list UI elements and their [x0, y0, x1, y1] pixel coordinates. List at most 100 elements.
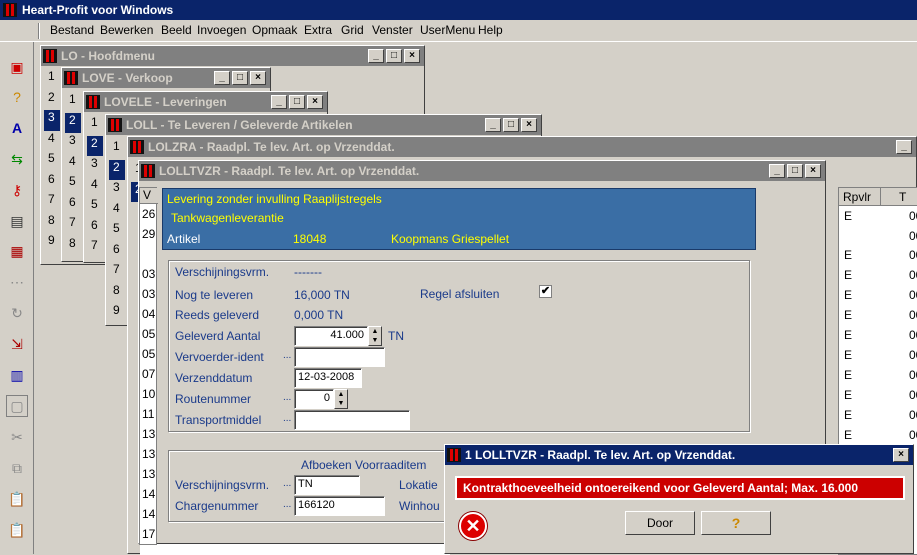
refresh-icon[interactable]: ↻ — [6, 302, 28, 324]
routenummer-lookup-dots[interactable]: ... — [283, 392, 291, 403]
window-love-titlebar[interactable]: LOVE - Verkoop _ □ × — [62, 68, 270, 88]
verzenddatum-input[interactable]: 12-03-2008 — [294, 368, 362, 388]
list-item[interactable]: 5 — [87, 197, 103, 218]
spell-icon[interactable]: A — [6, 117, 28, 139]
maximize-icon[interactable]: □ — [503, 118, 519, 132]
grid-cell[interactable]: E — [844, 328, 852, 342]
grid-cell[interactable]: 13 — [142, 447, 155, 461]
list-item[interactable]: 1 — [109, 139, 125, 160]
paste-special-icon[interactable]: 📋 — [6, 519, 28, 541]
list-item[interactable]: 5 — [44, 151, 60, 172]
chart-icon[interactable]: ▥ — [6, 364, 28, 386]
grid-cell[interactable]: 00 — [909, 248, 917, 262]
grid-cell[interactable]: E — [844, 268, 852, 282]
maximize-icon[interactable]: □ — [232, 71, 248, 85]
grid-cell[interactable]: 05 — [142, 327, 155, 341]
menu-help[interactable]: Help — [478, 23, 503, 37]
list-item[interactable]: 2 — [44, 90, 60, 111]
list-item[interactable]: 9 — [109, 303, 125, 324]
dots-icon[interactable]: ⋯ — [6, 271, 28, 293]
list-item[interactable]: 1 — [65, 92, 81, 113]
grid-cell[interactable]: 00 — [909, 288, 917, 302]
grid-cell[interactable]: 14 — [142, 487, 155, 501]
list-item[interactable]: 1 — [87, 115, 103, 136]
grid-cell[interactable]: 13 — [142, 427, 155, 441]
window-icon[interactable]: ▢ — [6, 395, 28, 417]
grid-cell[interactable]: 00 — [909, 348, 917, 362]
close-icon[interactable]: × — [307, 95, 323, 109]
list-item[interactable]: 6 — [65, 195, 81, 216]
close-icon[interactable]: × — [893, 448, 909, 462]
regel-afsluiten-checkbox[interactable]: ✔ — [539, 285, 552, 298]
menu-opmaak[interactable]: Opmaak — [252, 23, 297, 37]
grid-cell[interactable]: 26 — [142, 207, 155, 221]
grid-cell[interactable]: 00 — [909, 408, 917, 422]
minimize-icon[interactable]: _ — [214, 71, 230, 85]
grid-cell[interactable]: 11 — [142, 407, 154, 421]
list-item[interactable]: 7 — [65, 215, 81, 236]
grid-cell[interactable]: E — [844, 388, 852, 402]
afboeken-verschijningsvrm-dots[interactable]: ... — [283, 478, 291, 489]
list-item[interactable]: 6 — [109, 242, 125, 263]
door-button[interactable]: Door — [625, 511, 695, 535]
list-item[interactable]: 1 — [44, 69, 60, 90]
grid-cell[interactable]: 00 — [909, 388, 917, 402]
list-item[interactable]: 7 — [87, 238, 103, 259]
maximize-icon[interactable]: □ — [386, 49, 402, 63]
grid-cell[interactable]: 00 — [909, 368, 917, 382]
menu-beeld[interactable]: Beeld — [161, 23, 192, 37]
menu-bewerken[interactable]: Bewerken — [100, 23, 153, 37]
cut-icon[interactable]: ✂ — [6, 426, 28, 448]
report-icon[interactable]: ▣ — [6, 56, 28, 78]
grid-cell[interactable]: 00 — [909, 229, 917, 243]
grid-cell[interactable]: E — [844, 348, 852, 362]
list-item[interactable]: 4 — [65, 154, 81, 175]
grid-cell[interactable]: E — [844, 209, 852, 223]
grid-cell[interactable]: E — [844, 408, 852, 422]
column-header-rpvlr[interactable]: Rpvlr — [839, 188, 881, 206]
window-loll-titlebar[interactable]: LOLL - Te Leveren / Geleverde Artikelen … — [106, 115, 541, 135]
column-header-v[interactable]: V — [140, 188, 158, 204]
grid-cell[interactable]: 00 — [909, 209, 917, 223]
grid-cell[interactable]: 17 — [142, 527, 155, 541]
list-item[interactable]: 7 — [109, 262, 125, 283]
list-item[interactable]: 4 — [44, 131, 60, 152]
routenummer-input[interactable]: 0 — [294, 389, 334, 409]
minimize-icon[interactable]: _ — [896, 140, 912, 154]
grid-cell[interactable]: E — [844, 428, 852, 442]
list-item[interactable]: 3 — [87, 156, 103, 177]
grid-cell[interactable]: E — [844, 368, 852, 382]
error-dialog-titlebar[interactable]: 1 LOLLTVZR - Raadpl. Te lev. Art. op Vrz… — [445, 445, 913, 465]
list-item[interactable]: 7 — [44, 192, 60, 213]
grid-cell[interactable]: 00 — [909, 268, 917, 282]
grid-cell[interactable]: E — [844, 308, 852, 322]
close-icon[interactable]: × — [404, 49, 420, 63]
grid-cell[interactable]: 04 — [142, 307, 155, 321]
list-item[interactable]: 5 — [109, 221, 125, 242]
grid-cell[interactable]: 14 — [142, 507, 155, 521]
minimize-icon[interactable]: _ — [271, 95, 287, 109]
minimize-icon[interactable]: _ — [769, 164, 785, 178]
afboeken-verschijningsvrm-input[interactable]: TN — [294, 475, 360, 495]
close-icon[interactable]: × — [805, 164, 821, 178]
list-item[interactable]: 8 — [65, 236, 81, 257]
transfer-icon[interactable]: ⇆ — [6, 148, 28, 170]
transportmiddel-lookup-dots[interactable]: ... — [283, 413, 291, 424]
list-item[interactable]: 3 — [44, 110, 60, 131]
window-lolltvzr-titlebar[interactable]: LOLLTVZR - Raadpl. Te lev. Art. op Vrzen… — [139, 161, 825, 181]
grid-cell[interactable]: 00 — [909, 308, 917, 322]
list-item[interactable]: 9 — [44, 233, 60, 254]
grid-cell[interactable]: E — [844, 288, 852, 302]
list-item[interactable]: 2 — [65, 112, 81, 133]
grid-cell[interactable]: 03 — [142, 287, 155, 301]
maximize-icon[interactable]: □ — [289, 95, 305, 109]
list-item[interactable]: 6 — [87, 218, 103, 239]
window-lovele-titlebar[interactable]: LOVELE - Leveringen _ □ × — [84, 92, 327, 112]
menu-venster[interactable]: Venster — [372, 23, 413, 37]
print-icon[interactable]: ▤ — [6, 210, 28, 232]
grid-cell[interactable]: 07 — [142, 367, 155, 381]
window-lo-titlebar[interactable]: LO - Hoofdmenu _ □ × — [41, 46, 424, 66]
list-item[interactable]: 4 — [87, 177, 103, 198]
menu-usermenu[interactable]: UserMenu — [420, 23, 475, 37]
list-item[interactable]: 2 — [109, 159, 125, 180]
